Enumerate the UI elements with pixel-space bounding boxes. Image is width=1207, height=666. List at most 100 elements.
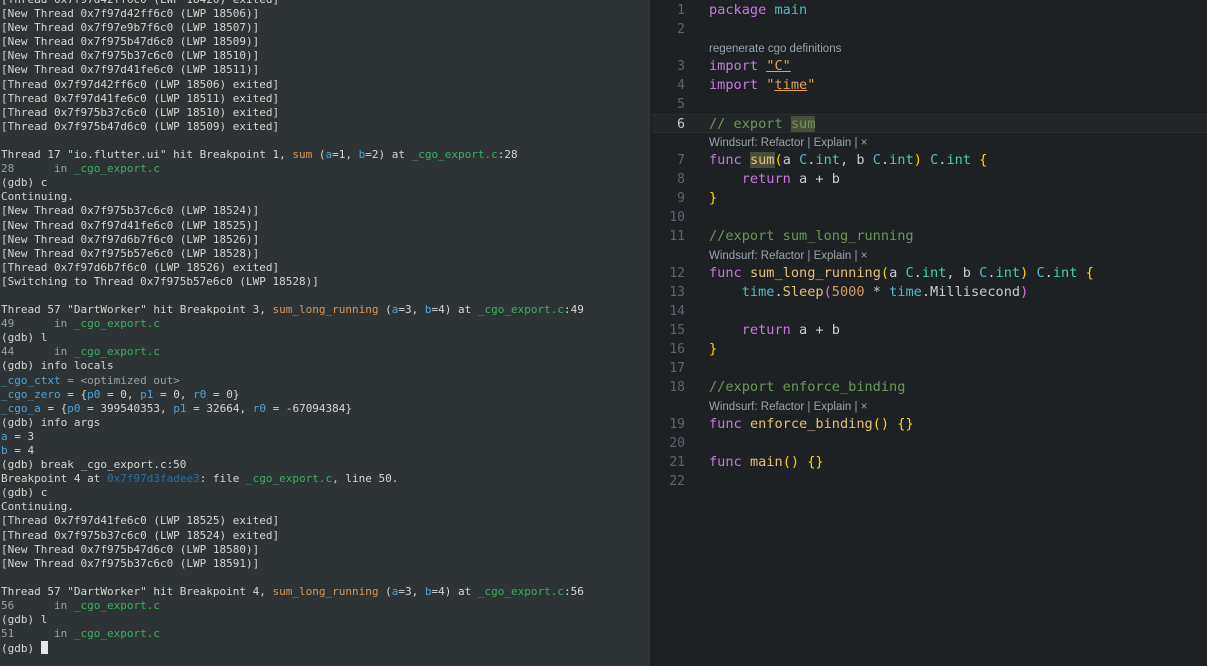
terminal-text: = -67094384} bbox=[265, 401, 353, 415]
terminal-line: 28 in _cgo_export.c bbox=[1, 162, 650, 176]
terminal-text: [Switching to Thread 0x7f975b57e6c0 (LWP… bbox=[1, 274, 319, 288]
terminal-line: [New Thread 0x7f975b47d6c0 (LWP 18580)] bbox=[1, 543, 650, 557]
terminal-text: : file bbox=[199, 472, 247, 486]
code-line[interactable]: 13 time.Sleep(5000 * time.Millisecond) bbox=[652, 283, 1207, 302]
terminal-text: b bbox=[424, 303, 432, 317]
code-line[interactable]: 8 return a + b bbox=[652, 170, 1207, 189]
terminal-text: = 3 bbox=[7, 429, 35, 443]
terminal-line: Thread 57 "DartWorker" hit Breakpoint 4,… bbox=[1, 585, 650, 599]
terminal-line: Continuing. bbox=[1, 190, 650, 204]
code-line[interactable]: 22 bbox=[652, 472, 1207, 491]
line-number: 2 bbox=[677, 22, 685, 37]
code-token: , b bbox=[946, 265, 980, 281]
code-lens[interactable]: Windsurf: Refactor | Explain | × bbox=[709, 249, 867, 263]
code-text: func sum_long_running(a C.int, b C.int) … bbox=[709, 264, 1094, 283]
line-number: 3 bbox=[677, 59, 685, 74]
line-number: 18 bbox=[669, 380, 685, 395]
code-lens[interactable]: Windsurf: Refactor | Explain | × bbox=[709, 400, 867, 414]
code-line[interactable]: 17 bbox=[652, 359, 1207, 378]
code-text: func enforce_binding() {} bbox=[709, 415, 914, 434]
terminal-text: Breakpoint 4 at bbox=[1, 472, 107, 486]
terminal-text: 0x7f97d3fadee3 bbox=[106, 472, 200, 486]
code-line[interactable]: 6 // export sum bbox=[652, 114, 1207, 133]
code-line[interactable]: 14 bbox=[652, 302, 1207, 321]
terminal-text: _cgo_export.c bbox=[73, 599, 160, 613]
terminal-line: b = 4 bbox=[1, 444, 650, 458]
code-token: int bbox=[995, 265, 1021, 281]
line-number: 12 bbox=[669, 266, 685, 281]
terminal-text: _cgo_export.c bbox=[411, 148, 498, 162]
terminal-text: [Thread 0x7f97d42ff6c0 (LWP 18420) exite… bbox=[1, 0, 279, 6]
terminal-text: Thread 57 "DartWorker" hit Breakpoint 3, bbox=[1, 303, 273, 317]
code-line[interactable]: 12 func sum_long_running(a C.int, b C.int… bbox=[652, 264, 1207, 283]
code-token: package bbox=[709, 2, 767, 18]
code-token: * bbox=[864, 284, 890, 300]
line-number: 5 bbox=[677, 97, 685, 112]
code-line[interactable]: 3 import "C" bbox=[652, 57, 1207, 76]
code-token: int bbox=[889, 152, 914, 168]
terminal-text: r0 bbox=[193, 387, 207, 401]
terminal-text: [Thread 0x7f97d42ff6c0 (LWP 18506) exite… bbox=[1, 77, 280, 91]
code-token: "C" bbox=[766, 58, 791, 74]
code-editor[interactable]: 1 package main 2 regenerate cgo definitions… bbox=[652, 0, 1207, 666]
code-text: import "time" bbox=[709, 76, 815, 95]
code-line[interactable]: 7 func sum(a C.int, b C.int) C.int { bbox=[652, 151, 1207, 170]
terminal-text: = <optimized out> bbox=[60, 373, 180, 387]
terminal-text: r0 bbox=[252, 401, 266, 415]
line-number: 4 bbox=[677, 78, 685, 93]
code-token: func bbox=[709, 454, 742, 470]
code-line[interactable]: 16} bbox=[652, 340, 1207, 359]
terminal-text: _cgo_a bbox=[1, 401, 41, 415]
code-token: 5000 bbox=[831, 284, 865, 300]
terminal-text: (gdb) info locals bbox=[1, 359, 114, 373]
terminal-text: b bbox=[424, 584, 432, 598]
code-token: a bbox=[889, 265, 906, 281]
code-token: time bbox=[774, 77, 808, 93]
code-token: sum bbox=[790, 116, 816, 132]
code-token: main bbox=[749, 454, 783, 470]
terminal-line: 49 in _cgo_export.c bbox=[1, 317, 650, 331]
terminal-line: [Thread 0x7f975b37c6c0 (LWP 18510) exite… bbox=[1, 106, 650, 120]
terminal-text: _cgo_zero bbox=[1, 387, 61, 401]
window: [Thread 0x7f97d42ff6c0 (LWP 18420) exite… bbox=[0, 0, 1207, 666]
code-line[interactable]: 21 func main() {} bbox=[652, 453, 1207, 472]
code-line[interactable]: 2 bbox=[652, 20, 1207, 39]
code-token: //export sum_long_running bbox=[709, 228, 914, 244]
terminal-text: = 399540353, bbox=[80, 401, 174, 415]
code-token: a bbox=[782, 152, 800, 168]
code-line[interactable]: 19 func enforce_binding() {} bbox=[652, 415, 1207, 434]
code-line[interactable]: 15 return a + b bbox=[652, 321, 1207, 340]
code-line[interactable]: 10 bbox=[652, 208, 1207, 227]
terminal-line: [New Thread 0x7f97d42ff6c0 (LWP 18506)] bbox=[1, 7, 650, 21]
code-line[interactable]: 20 bbox=[652, 434, 1207, 453]
code-line[interactable]: 5 bbox=[652, 95, 1207, 114]
terminal-text: Thread 17 "io.flutter.ui" hit Breakpoint… bbox=[1, 148, 293, 162]
code-lens[interactable]: regenerate cgo definitions bbox=[709, 42, 841, 56]
terminal-text: =3, bbox=[398, 303, 425, 317]
terminal-line: [New Thread 0x7f975b57e6c0 (LWP 18528)] bbox=[1, 247, 650, 261]
terminal-line: [Thread 0x7f975b37c6c0 (LWP 18524) exite… bbox=[1, 529, 650, 543]
code-line[interactable]: 4 import "time" bbox=[652, 76, 1207, 95]
code-token: a + b bbox=[790, 171, 840, 187]
code-token: ) bbox=[913, 152, 931, 168]
line-number: 1 bbox=[677, 3, 685, 18]
code-lens[interactable]: Windsurf: Refactor | Explain | × bbox=[709, 136, 867, 150]
code-line[interactable]: 1 package main bbox=[652, 1, 1207, 20]
terminal-line: Breakpoint 4 at 0x7f97d3fadee3: file _cg… bbox=[1, 472, 650, 486]
terminal-line: 56 in _cgo_export.c bbox=[1, 599, 650, 613]
terminal-text: (gdb) c bbox=[1, 176, 48, 190]
terminal-line: [Switching to Thread 0x7f975b57e6c0 (LWP… bbox=[1, 275, 650, 289]
code-line[interactable]: 11 //export sum_long_running bbox=[652, 227, 1207, 246]
code-token: " bbox=[807, 77, 816, 93]
terminal-line: 51 in _cgo_export.c bbox=[1, 627, 650, 641]
gdb-terminal[interactable]: [Thread 0x7f97d42ff6c0 (LWP 18420) exite… bbox=[0, 0, 650, 666]
code-line[interactable]: 9} bbox=[652, 189, 1207, 208]
code-token: func bbox=[709, 416, 742, 432]
terminal-output: [Thread 0x7f97d42ff6c0 (LWP 18420) exite… bbox=[1, 0, 650, 655]
code-token: Sleep bbox=[782, 284, 824, 300]
code-text: time.Sleep(5000 * time.Millisecond) bbox=[709, 283, 1029, 302]
code-line[interactable]: 18 //export enforce_binding bbox=[652, 378, 1207, 397]
